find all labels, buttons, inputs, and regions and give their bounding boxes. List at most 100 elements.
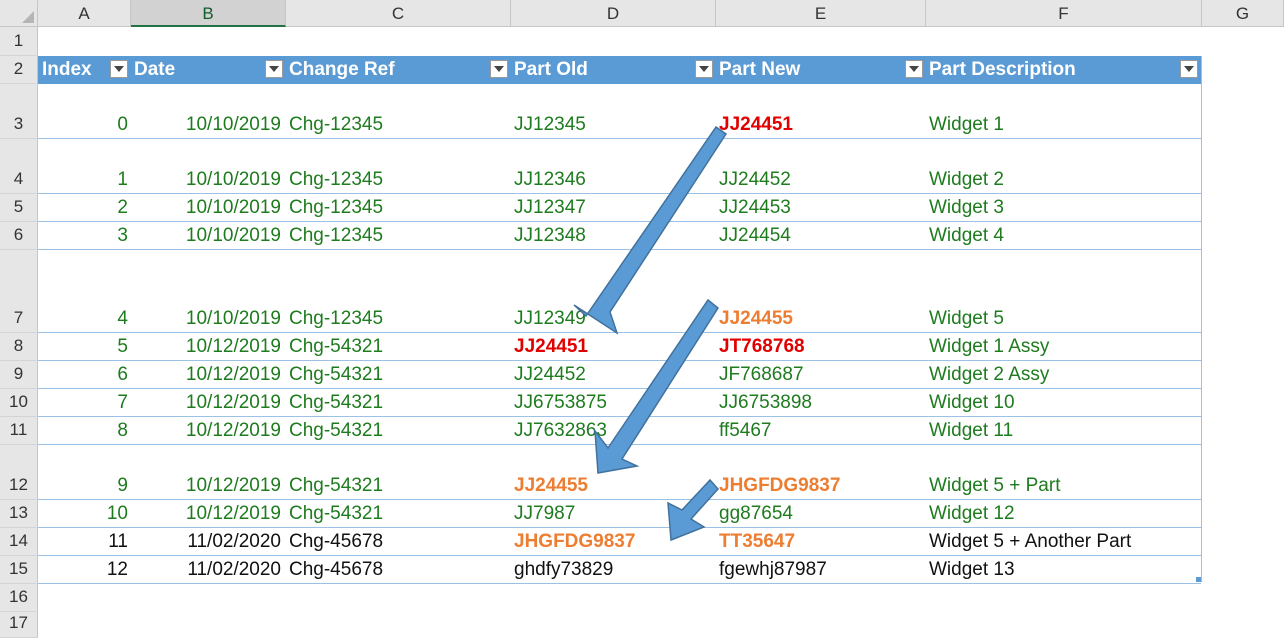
cell-desc[interactable]: Widget 10 [929, 392, 1015, 414]
cell-ref[interactable]: Chg-12345 [289, 225, 383, 247]
filter-dropdown-part-new-icon[interactable] [905, 60, 923, 78]
cell-old[interactable]: ghdfy73829 [514, 559, 613, 581]
cell-index[interactable]: 1 [38, 169, 128, 191]
row-header-15[interactable]: 15 [0, 556, 38, 584]
cell-old[interactable]: JJ12349 [514, 308, 586, 330]
cell-new[interactable]: TT35647 [719, 531, 795, 553]
cell-desc[interactable]: Widget 2 Assy [929, 364, 1049, 386]
row-header-6[interactable]: 6 [0, 222, 38, 250]
cell-ref[interactable]: Chg-54321 [289, 336, 383, 358]
cell-ref[interactable]: Chg-54321 [289, 364, 383, 386]
cell-new[interactable]: gg87654 [719, 503, 793, 525]
cell-desc[interactable]: Widget 5 + Part [929, 475, 1060, 497]
column-header-a[interactable]: A [38, 0, 131, 27]
cell-old[interactable]: JJ24455 [514, 475, 588, 497]
cell-desc[interactable]: Widget 11 [929, 420, 1013, 442]
cell-date[interactable]: 10/12/2019 [131, 475, 281, 497]
cell-ref[interactable]: Chg-54321 [289, 392, 383, 414]
row-header-2[interactable]: 2 [0, 56, 38, 84]
cell-old[interactable]: JHGFDG9837 [514, 531, 635, 553]
cell-index[interactable]: 12 [38, 559, 128, 581]
filter-dropdown-part-old-icon[interactable] [695, 60, 713, 78]
column-header-f[interactable]: F [926, 0, 1202, 27]
cell-desc[interactable]: Widget 4 [929, 225, 1004, 247]
filter-dropdown-change-ref-icon[interactable] [490, 60, 508, 78]
cell-ref[interactable]: Chg-54321 [289, 503, 383, 525]
cell-old[interactable]: JJ7987 [514, 503, 575, 525]
cell-index[interactable]: 6 [38, 364, 128, 386]
cell-desc[interactable]: Widget 13 [929, 559, 1015, 581]
filter-dropdown-date-icon[interactable] [265, 60, 283, 78]
cell-date[interactable]: 11/02/2020 [131, 559, 281, 581]
cell-ref[interactable]: Chg-54321 [289, 420, 383, 442]
cell-index[interactable]: 11 [38, 531, 128, 553]
table-resize-handle[interactable] [1196, 577, 1201, 582]
cell-desc[interactable]: Widget 5 [929, 308, 1004, 330]
cell-index[interactable]: 7 [38, 392, 128, 414]
cell-old[interactable]: JJ24451 [514, 336, 588, 358]
cell-new[interactable]: JJ24455 [719, 308, 793, 330]
filter-dropdown-index-icon[interactable] [110, 60, 128, 78]
cell-new[interactable]: JF768687 [719, 364, 804, 386]
column-header-d[interactable]: D [511, 0, 716, 27]
cell-index[interactable]: 5 [38, 336, 128, 358]
cell-index[interactable]: 8 [38, 420, 128, 442]
cell-date[interactable]: 10/10/2019 [131, 308, 281, 330]
column-header-e[interactable]: E [716, 0, 926, 27]
row-header-12[interactable]: 12 [0, 445, 38, 500]
cell-new[interactable]: JJ24453 [719, 197, 791, 219]
cell-date[interactable]: 10/10/2019 [131, 169, 281, 191]
select-all-corner[interactable] [0, 0, 38, 27]
cell-ref[interactable]: Chg-45678 [289, 531, 383, 553]
cell-date[interactable]: 10/10/2019 [131, 225, 281, 247]
row-header-17[interactable]: 17 [0, 612, 38, 638]
cell-ref[interactable]: Chg-12345 [289, 114, 383, 136]
row-header-8[interactable]: 8 [0, 333, 38, 361]
cell-date[interactable]: 10/12/2019 [131, 364, 281, 386]
cell-date[interactable]: 11/02/2020 [131, 531, 281, 553]
cell-desc[interactable]: Widget 3 [929, 197, 1004, 219]
cell-date[interactable]: 10/10/2019 [131, 114, 281, 136]
cell-old[interactable]: JJ12347 [514, 197, 586, 219]
cell-new[interactable]: JJ24454 [719, 225, 791, 247]
cell-desc[interactable]: Widget 5 + Another Part [929, 531, 1131, 553]
cell-ref[interactable]: Chg-45678 [289, 559, 383, 581]
cell-old[interactable]: JJ12345 [514, 114, 586, 136]
cell-index[interactable]: 4 [38, 308, 128, 330]
row-header-5[interactable]: 5 [0, 194, 38, 222]
cell-date[interactable]: 10/12/2019 [131, 336, 281, 358]
cell-old[interactable]: JJ12346 [514, 169, 586, 191]
column-header-c[interactable]: C [286, 0, 511, 27]
row-header-3[interactable]: 3 [0, 84, 38, 139]
cell-ref[interactable]: Chg-12345 [289, 197, 383, 219]
cell-ref[interactable]: Chg-12345 [289, 308, 383, 330]
row-header-16[interactable]: 16 [0, 584, 38, 612]
cell-new[interactable]: JHGFDG9837 [719, 475, 840, 497]
cell-index[interactable]: 9 [38, 475, 128, 497]
cell-index[interactable]: 0 [38, 114, 128, 136]
cell-index[interactable]: 10 [38, 503, 128, 525]
row-header-10[interactable]: 10 [0, 389, 38, 417]
column-header-g[interactable]: G [1202, 0, 1284, 27]
cell-old[interactable]: JJ12348 [514, 225, 586, 247]
cell-new[interactable]: ff5467 [719, 420, 771, 442]
cell-new[interactable]: JT768768 [719, 336, 805, 358]
cell-new[interactable]: fgewhj87987 [719, 559, 827, 581]
row-header-14[interactable]: 14 [0, 528, 38, 556]
cell-ref[interactable]: Chg-12345 [289, 169, 383, 191]
row-header-4[interactable]: 4 [0, 139, 38, 194]
cell-old[interactable]: JJ7632863 [514, 420, 607, 442]
cell-new[interactable]: JJ24452 [719, 169, 791, 191]
cell-ref[interactable]: Chg-54321 [289, 475, 383, 497]
cell-new[interactable]: JJ6753898 [719, 392, 812, 414]
cell-date[interactable]: 10/12/2019 [131, 420, 281, 442]
cell-desc[interactable]: Widget 1 [929, 114, 1004, 136]
cell-desc[interactable]: Widget 1 Assy [929, 336, 1049, 358]
row-header-9[interactable]: 9 [0, 361, 38, 389]
cell-old[interactable]: JJ6753875 [514, 392, 607, 414]
column-header-b[interactable]: B [131, 0, 286, 27]
cell-date[interactable]: 10/10/2019 [131, 197, 281, 219]
cell-desc[interactable]: Widget 2 [929, 169, 1004, 191]
cell-date[interactable]: 10/12/2019 [131, 503, 281, 525]
row-header-13[interactable]: 13 [0, 500, 38, 528]
